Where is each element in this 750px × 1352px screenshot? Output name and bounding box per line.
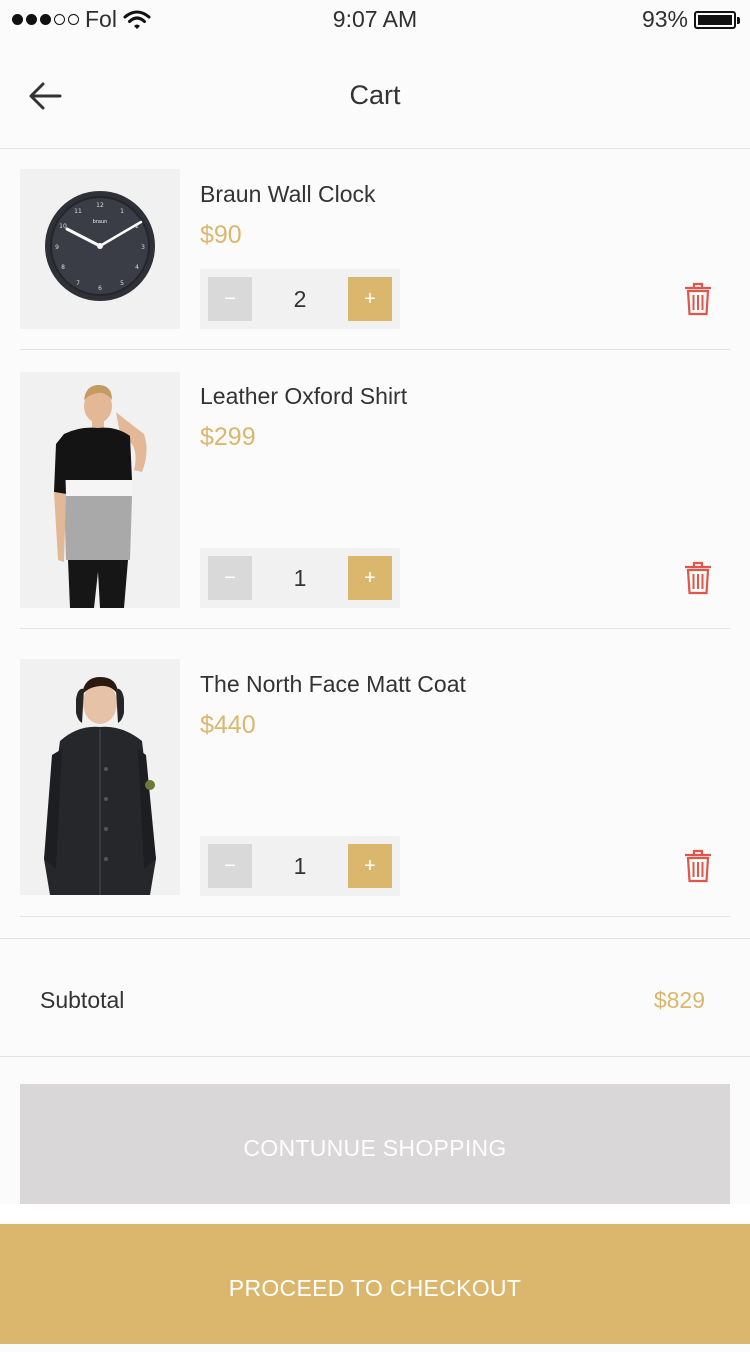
cart-item: 12 1 2 345 678 9 10 11 braun Braun Wall Cloc… bbox=[20, 169, 730, 350]
svg-text:3: 3 bbox=[141, 244, 145, 251]
trash-icon[interactable] bbox=[684, 849, 712, 883]
increase-quantity-button[interactable]: + bbox=[348, 844, 392, 888]
status-bar: Fol 9:07 AM 93% bbox=[0, 0, 750, 42]
quantity-value: 1 bbox=[293, 853, 307, 879]
product-image-wall-clock[interactable]: 12 1 2 345 678 9 10 11 braun bbox=[20, 169, 180, 329]
trash-icon[interactable] bbox=[684, 561, 712, 595]
svg-text:7: 7 bbox=[76, 280, 80, 287]
svg-text:braun: braun bbox=[93, 219, 108, 225]
quantity-value: 2 bbox=[293, 286, 307, 312]
nav-header: Cart bbox=[0, 42, 750, 149]
cart-item: Leather Oxford Shirt $299 − 1 + bbox=[20, 371, 730, 629]
svg-text:5: 5 bbox=[120, 280, 124, 287]
subtotal-row: Subtotal $829 bbox=[0, 938, 750, 1057]
svg-text:11: 11 bbox=[74, 208, 82, 215]
subtotal-value: $829 bbox=[653, 987, 705, 1013]
quantity-stepper: − 1 + bbox=[200, 548, 400, 608]
product-image-man-polo-shirt[interactable] bbox=[20, 372, 180, 608]
svg-text:6: 6 bbox=[98, 285, 102, 292]
product-price: $440 bbox=[200, 711, 256, 739]
increase-quantity-button[interactable]: + bbox=[348, 556, 392, 600]
increase-quantity-button[interactable]: + bbox=[348, 277, 392, 321]
svg-text:9: 9 bbox=[55, 244, 59, 251]
battery-percent: 93% bbox=[641, 6, 688, 32]
quantity-stepper: − 2 + bbox=[200, 269, 400, 329]
svg-text:1: 1 bbox=[120, 208, 124, 215]
decrease-quantity-button[interactable]: − bbox=[208, 277, 252, 321]
trash-icon[interactable] bbox=[684, 282, 712, 316]
product-name[interactable]: Braun Wall Clock bbox=[200, 181, 376, 208]
product-name[interactable]: The North Face Matt Coat bbox=[200, 671, 466, 698]
product-price: $90 bbox=[200, 221, 242, 249]
battery-icon bbox=[694, 10, 740, 29]
decrease-quantity-button[interactable]: − bbox=[208, 556, 252, 600]
battery-status: 93% bbox=[641, 6, 740, 33]
checkout-button[interactable]: PROCEED TO CHECKOUT bbox=[0, 1224, 750, 1344]
quantity-stepper: − 1 + bbox=[200, 836, 400, 896]
quantity-value: 1 bbox=[293, 565, 307, 591]
decrease-quantity-button[interactable]: − bbox=[208, 844, 252, 888]
svg-text:8: 8 bbox=[61, 264, 65, 271]
svg-text:12: 12 bbox=[96, 202, 104, 209]
subtotal-label: Subtotal bbox=[40, 987, 125, 1013]
product-price: $299 bbox=[200, 423, 256, 451]
cart-item: The North Face Matt Coat $440 − 1 + bbox=[20, 659, 730, 917]
page-title: Cart bbox=[349, 80, 401, 110]
svg-text:4: 4 bbox=[135, 264, 139, 271]
continue-shopping-button[interactable]: CONTUNUE SHOPPING bbox=[20, 1084, 730, 1204]
product-image-man-black-coat[interactable] bbox=[20, 659, 180, 895]
status-time: 9:07 AM bbox=[332, 6, 418, 32]
button-spacer bbox=[0, 1204, 750, 1224]
product-name[interactable]: Leather Oxford Shirt bbox=[200, 383, 407, 410]
